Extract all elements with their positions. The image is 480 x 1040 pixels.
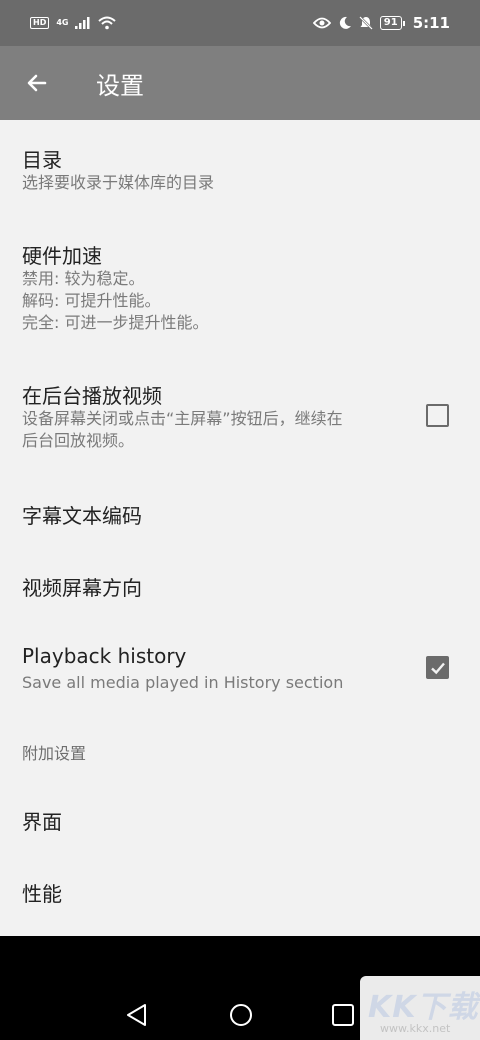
pref-summary: Save all media played in History section [22,673,344,692]
pref-playback-history[interactable]: Playback history Save all media played i… [0,622,480,722]
pref-summary: 选择要收录于媒体库的目录 [22,173,215,192]
pref-title: 硬件加速 [22,244,102,268]
pref-summary-line: 完全: 可进一步提升性能。 [22,313,209,332]
arrow-left-icon [27,74,47,92]
watermark-logo: KK下载 [368,990,479,1025]
bell-off-icon [358,16,373,30]
nav-home-icon[interactable] [228,1002,254,1028]
page-title: 设置 [96,71,144,100]
status-time: 5:11 [412,14,450,32]
pref-title: 视频屏幕方向 [22,576,142,600]
pref-directories[interactable]: 目录 选择要收录于媒体库的目录 [0,120,480,212]
hd-badge: HD [30,17,50,29]
pref-title: 字幕文本编码 [22,504,142,528]
network-type: 4G [56,18,69,27]
moon-icon [339,16,351,29]
category-extra-settings: 附加设置 [22,744,87,763]
pref-summary-line: 禁用: 较为稳定。 [22,269,145,288]
pref-interface[interactable]: 界面 [0,782,480,854]
background-play-checkbox[interactable] [426,404,449,427]
status-left: HD 4G [30,16,117,30]
nav-recents-icon[interactable] [330,1002,356,1028]
pref-title: Playback history [22,644,187,668]
pref-hardware-acceleration[interactable]: 硬件加速 禁用: 较为稳定。 解码: 可提升性能。 完全: 可进一步提升性能。 [0,212,480,352]
status-right: 91 5:11 [312,14,450,32]
pref-title: 在后台播放视频 [22,384,162,408]
pref-performance[interactable]: 性能 [0,854,480,926]
status-bar: HD 4G 91 5:11 [0,0,480,46]
eye-icon [312,17,331,29]
nav-back-icon[interactable] [124,1002,150,1028]
pref-screen-orientation[interactable]: 视频屏幕方向 [0,550,480,622]
watermark-url: www.kkx.net [380,1022,451,1035]
back-button[interactable] [0,46,74,120]
app-bar: 设置 [0,46,480,120]
pref-title: 目录 [22,148,62,172]
pref-summary-line: 后台回放视频。 [22,431,135,450]
pref-summary-line: 设备屏幕关闭或点击“主屏幕”按钮后，继续在 [22,409,343,428]
pref-summary-line: 解码: 可提升性能。 [22,291,161,310]
watermark: KK下载 www.kkx.net [360,976,480,1040]
check-icon [430,662,445,674]
pref-title: 性能 [22,882,62,906]
wifi-icon [98,16,117,30]
settings-list: 目录 选择要收录于媒体库的目录 硬件加速 禁用: 较为稳定。 解码: 可提升性能… [0,120,480,936]
battery-indicator: 91 [379,16,405,30]
pref-background-play[interactable]: 在后台播放视频 设备屏幕关闭或点击“主屏幕”按钮后，继续在 后台回放视频。 [0,352,480,478]
signal-icon [75,17,90,29]
pref-subtitle-encoding[interactable]: 字幕文本编码 [0,478,480,550]
playback-history-checkbox[interactable] [426,656,449,679]
pref-title: 界面 [22,810,62,834]
